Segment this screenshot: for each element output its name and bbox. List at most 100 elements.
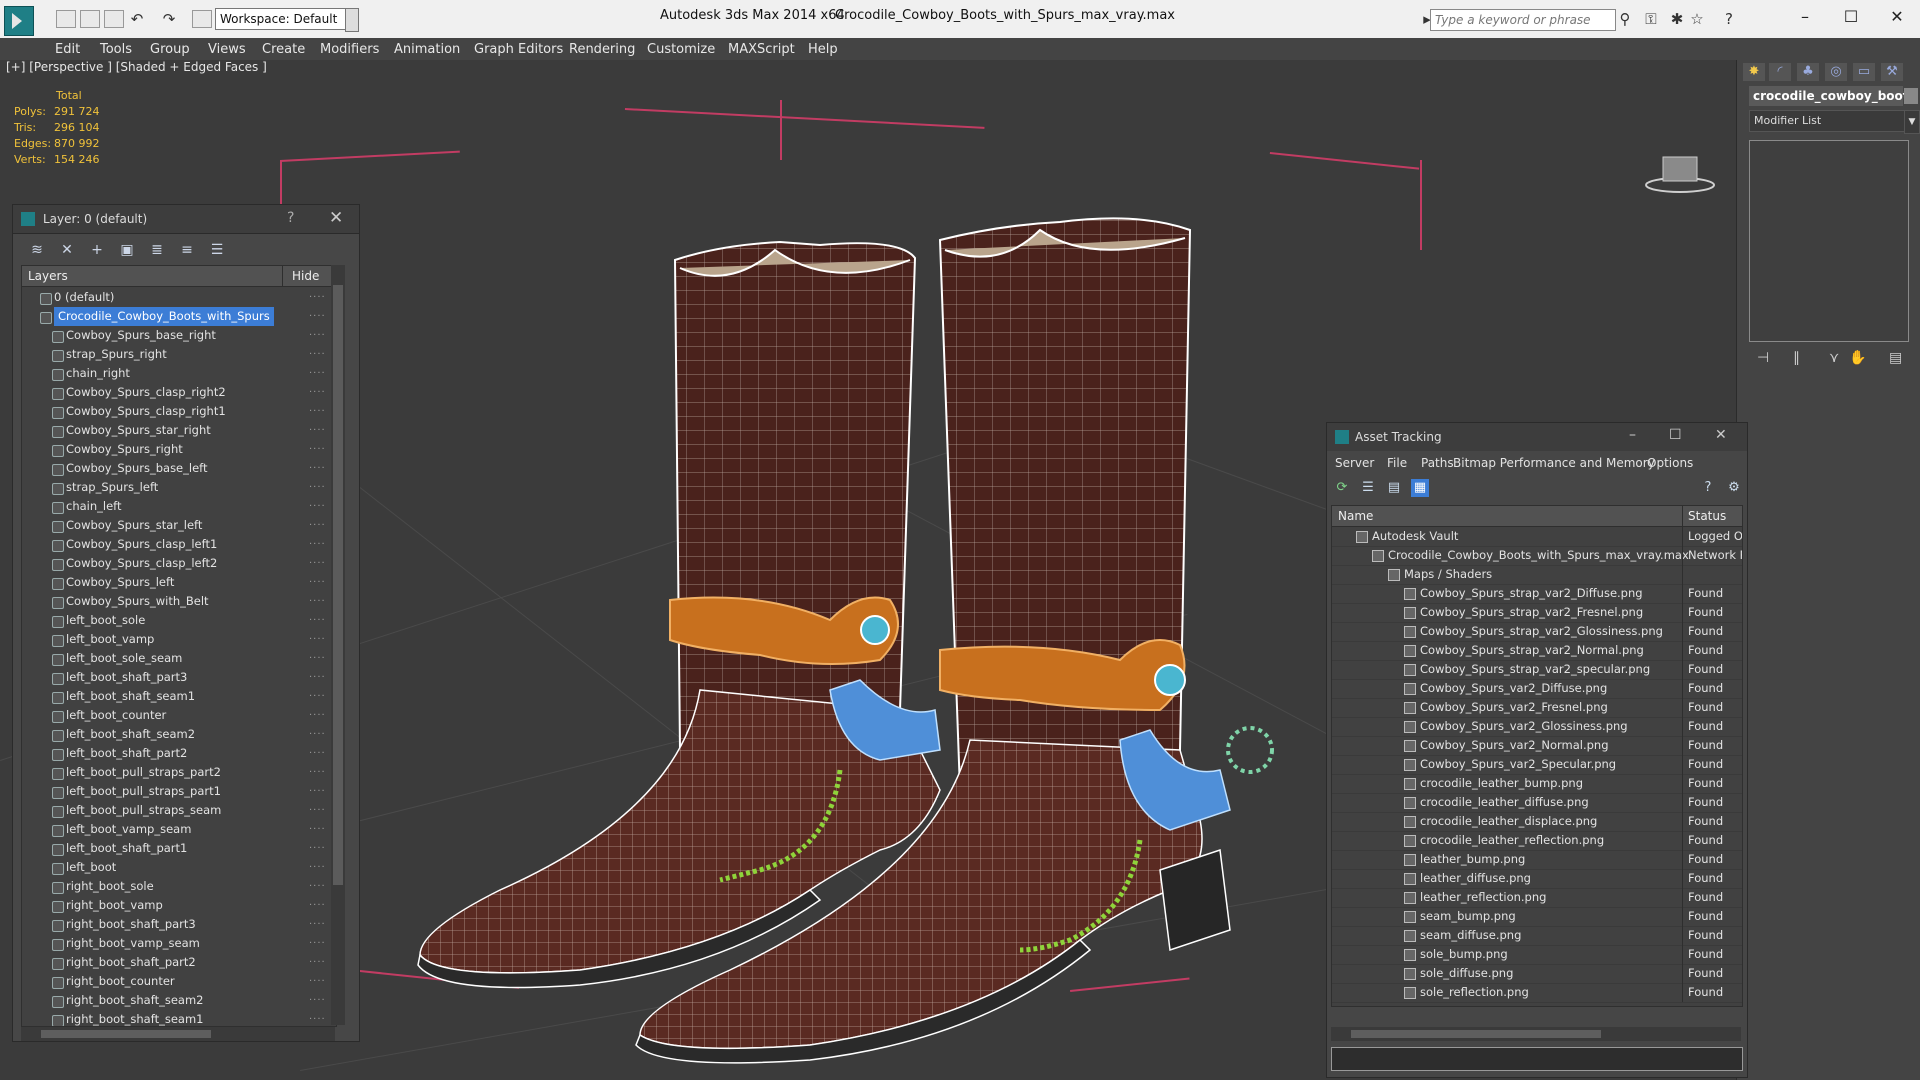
- layer-list-item[interactable]: left_boot_shaft_seam2 ····: [22, 725, 336, 744]
- table-view-icon[interactable]: ▦: [1411, 479, 1429, 497]
- layer-list-item[interactable]: left_boot_pull_straps_part2 ····: [22, 763, 336, 782]
- layer-list-item[interactable]: Cowboy_Spurs_clasp_left1 ····: [22, 535, 336, 554]
- hide-toggle-icon[interactable]: ····: [309, 497, 326, 516]
- redo-icon[interactable]: ↷: [160, 10, 178, 28]
- hide-toggle-icon[interactable]: ····: [309, 288, 326, 307]
- menu-views[interactable]: Views: [208, 42, 246, 57]
- maximize-button[interactable]: ☐: [1836, 6, 1866, 28]
- hide-toggle-icon[interactable]: ····: [309, 516, 326, 535]
- hide-toggle-icon[interactable]: ····: [309, 915, 326, 934]
- undo-icon[interactable]: ↶: [128, 10, 146, 28]
- menu-tools[interactable]: Tools: [100, 42, 132, 57]
- layer-manager-icon[interactable]: ≋: [27, 240, 47, 260]
- layer-list-item[interactable]: strap_Spurs_right ····: [22, 345, 336, 364]
- hide-toggle-icon[interactable]: ····: [309, 991, 326, 1010]
- layer-list-vertical-scrollbar[interactable]: [331, 265, 345, 1025]
- utilities-tab-icon[interactable]: ⚒: [1881, 63, 1903, 81]
- configure-modifier-sets-icon[interactable]: ▤: [1889, 350, 1902, 366]
- asset-table-row[interactable]: Cowboy_Spurs_strap_var2_Diffuse.png Found: [1332, 584, 1742, 604]
- layer-list-item[interactable]: right_boot_shaft_part3 ····: [22, 915, 336, 934]
- show-end-result-icon[interactable]: ∥: [1793, 350, 1800, 366]
- hide-toggle-icon[interactable]: ····: [309, 972, 326, 991]
- layer-list-item[interactable]: Cowboy_Spurs_star_left ····: [22, 516, 336, 535]
- asset-table-row[interactable]: crocodile_leather_bump.png Found: [1332, 774, 1742, 794]
- display-tab-icon[interactable]: ▭: [1853, 63, 1875, 81]
- asset-table-row[interactable]: Autodesk Vault Logged Ou: [1332, 527, 1742, 547]
- hide-toggle-icon[interactable]: ····: [309, 706, 326, 725]
- layer-list-item[interactable]: left_boot_shaft_seam1 ····: [22, 687, 336, 706]
- layer-list[interactable]: Layers Hide 0 (default) ···· Crocodile_Cow…: [21, 265, 337, 1027]
- layer-list-item[interactable]: left_boot_sole ····: [22, 611, 336, 630]
- hide-toggle-icon[interactable]: ····: [309, 554, 326, 573]
- make-unique-icon[interactable]: ⋎: [1829, 350, 1839, 366]
- layer-list-item[interactable]: chain_right ····: [22, 364, 336, 383]
- boots-3d-model[interactable]: [380, 150, 1300, 1070]
- layer-list-item[interactable]: left_boot_pull_straps_part1 ····: [22, 782, 336, 801]
- layer-list-item[interactable]: Cowboy_Spurs_clasp_right1 ····: [22, 402, 336, 421]
- object-name-field[interactable]: crocodile_cowboy_boots: [1749, 86, 1916, 106]
- layer-list-item[interactable]: left_boot_sole_seam ····: [22, 649, 336, 668]
- asset-table-row[interactable]: Cowboy_Spurs_var2_Glossiness.png Found: [1332, 717, 1742, 737]
- layers-column-header[interactable]: Layers: [28, 269, 68, 283]
- layer-list-item[interactable]: left_boot_shaft_part2 ····: [22, 744, 336, 763]
- hide-toggle-icon[interactable]: ····: [309, 402, 326, 421]
- status-column-header[interactable]: Status: [1688, 509, 1726, 523]
- communication-center-icon[interactable]: ✱: [1668, 10, 1686, 28]
- at-settings-icon[interactable]: ⚙: [1725, 479, 1743, 497]
- asset-table-row[interactable]: sole_diffuse.png Found: [1332, 964, 1742, 984]
- asset-table-row[interactable]: Cowboy_Spurs_strap_var2_Normal.png Found: [1332, 641, 1742, 661]
- close-button[interactable]: ✕: [1882, 6, 1912, 28]
- at-menu-paths[interactable]: Paths: [1421, 456, 1454, 470]
- asset-table-row[interactable]: crocodile_leather_displace.png Found: [1332, 812, 1742, 832]
- asset-table-horizontal-scrollbar[interactable]: [1331, 1027, 1741, 1041]
- layer-list-item[interactable]: chain_left ····: [22, 497, 336, 516]
- at-help-icon[interactable]: ?: [1699, 479, 1717, 497]
- hide-toggle-icon[interactable]: ····: [309, 744, 326, 763]
- hide-toggle-icon[interactable]: ····: [309, 611, 326, 630]
- hide-all-layers-icon[interactable]: ≡: [177, 240, 197, 260]
- asset-table-row[interactable]: sole_reflection.png Found: [1332, 983, 1742, 1003]
- hierarchy-tab-icon[interactable]: ♣: [1797, 63, 1819, 81]
- layer-list-item[interactable]: Cowboy_Spurs_with_Belt ····: [22, 592, 336, 611]
- modifier-list-dropdown[interactable]: Modifier List: [1749, 110, 1905, 132]
- name-column-header[interactable]: Name: [1338, 509, 1373, 523]
- asset-table-row[interactable]: Cowboy_Spurs_var2_Fresnel.png Found: [1332, 698, 1742, 718]
- hide-toggle-icon[interactable]: ····: [309, 345, 326, 364]
- hide-toggle-icon[interactable]: ····: [309, 383, 326, 402]
- layer-list-item[interactable]: Cowboy_Spurs_base_left ····: [22, 459, 336, 478]
- layer-list-item[interactable]: left_boot_shaft_part1 ····: [22, 839, 336, 858]
- layer-list-item[interactable]: left_boot_vamp_seam ····: [22, 820, 336, 839]
- hide-toggle-icon[interactable]: ····: [309, 459, 326, 478]
- asset-path-field[interactable]: [1331, 1047, 1743, 1071]
- asset-table-row[interactable]: crocodile_leather_diffuse.png Found: [1332, 793, 1742, 813]
- menu-help[interactable]: Help: [808, 42, 838, 57]
- workspace-dropdown[interactable]: Workspace: Default: [215, 8, 351, 30]
- at-menu-file[interactable]: File: [1387, 456, 1407, 470]
- hide-toggle-icon[interactable]: ····: [309, 858, 326, 877]
- remove-modifier-icon[interactable]: ✋: [1849, 350, 1866, 366]
- hide-toggle-icon[interactable]: ····: [309, 440, 326, 459]
- hide-toggle-icon[interactable]: ····: [309, 535, 326, 554]
- highlight-selected-layer-icon[interactable]: ≣: [147, 240, 167, 260]
- layer-list-item[interactable]: left_boot_counter ····: [22, 706, 336, 725]
- layer-list-item[interactable]: 0 (default) ····: [22, 288, 336, 307]
- menu-maxscript[interactable]: MAXScript: [728, 42, 795, 57]
- at-menu-bitmap-performance[interactable]: Bitmap Performance and Memory: [1453, 456, 1655, 470]
- asset-table-row[interactable]: Maps / Shaders: [1332, 565, 1742, 585]
- asset-table-row[interactable]: crocodile_leather_reflection.png Found: [1332, 831, 1742, 851]
- hide-toggle-icon[interactable]: ····: [309, 839, 326, 858]
- create-tab-icon[interactable]: ✸: [1743, 63, 1765, 81]
- asset-table-row[interactable]: Cowboy_Spurs_strap_var2_specular.png Foun…: [1332, 660, 1742, 680]
- hide-toggle-icon[interactable]: ····: [309, 725, 326, 744]
- hide-toggle-icon[interactable]: ····: [309, 630, 326, 649]
- layer-list-item[interactable]: left_boot_vamp ····: [22, 630, 336, 649]
- asset-tracking-close-icon[interactable]: ✕: [1715, 427, 1727, 443]
- layer-list-item[interactable]: right_boot_vamp ····: [22, 896, 336, 915]
- asset-table-row[interactable]: Crocodile_Cowboy_Boots_with_Spurs_max_vr…: [1332, 546, 1742, 566]
- menu-modifiers[interactable]: Modifiers: [320, 42, 379, 57]
- menu-graph-editors[interactable]: Graph Editors: [474, 42, 563, 57]
- asset-table-row[interactable]: seam_bump.png Found: [1332, 907, 1742, 927]
- asset-table-row[interactable]: Cowboy_Spurs_strap_var2_Glossiness.png Fo…: [1332, 622, 1742, 642]
- asset-tracking-minimize-icon[interactable]: –: [1629, 427, 1636, 443]
- hide-toggle-icon[interactable]: ····: [309, 820, 326, 839]
